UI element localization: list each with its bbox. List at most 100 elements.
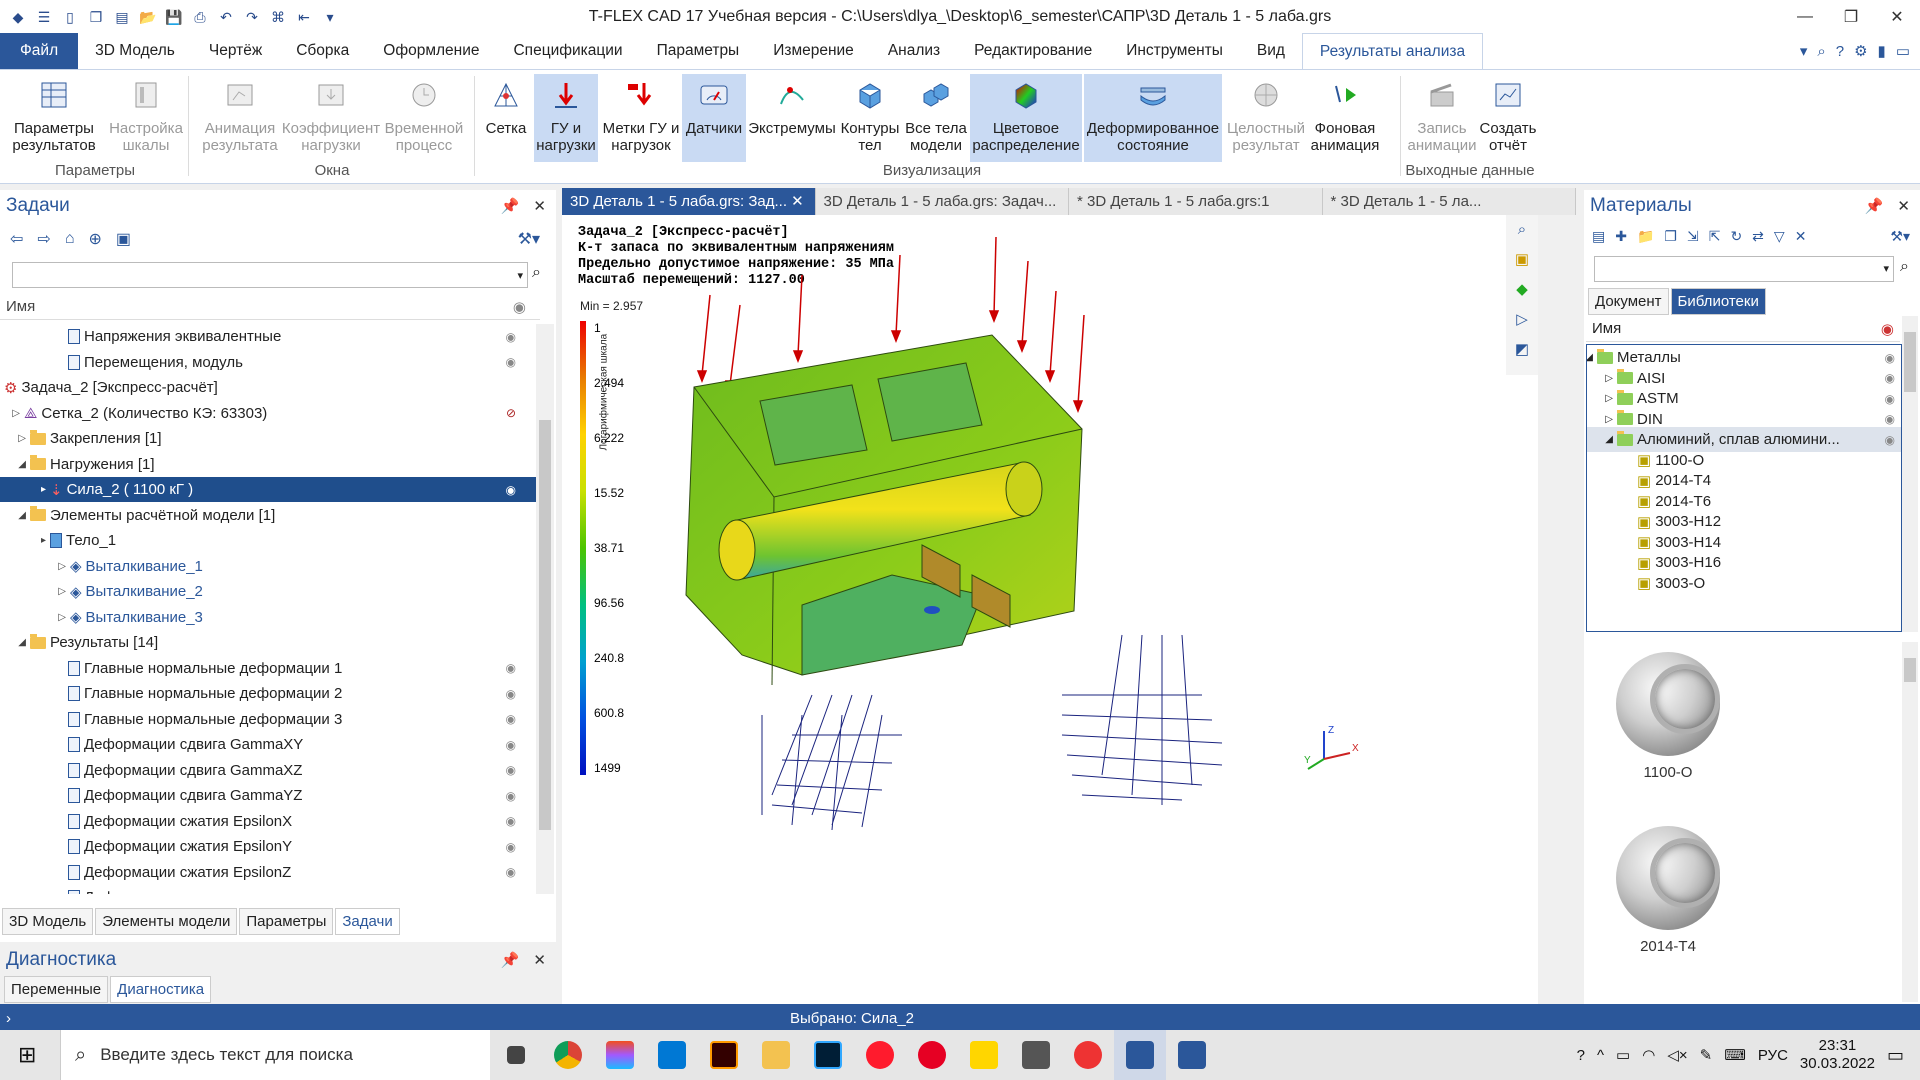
- properties-icon[interactable]: ▤: [1592, 228, 1605, 245]
- pinterest-icon[interactable]: [906, 1030, 958, 1080]
- extremes-button[interactable]: Экстремумы: [746, 74, 838, 162]
- visibility-icon[interactable]: ◉: [1885, 392, 1895, 406]
- chrome-icon[interactable]: [542, 1030, 594, 1080]
- tree-row[interactable]: ▷ ◈ Выталкивание_1: [0, 554, 536, 579]
- tab-libraries[interactable]: Библиотеки: [1670, 288, 1766, 315]
- deformed-state-button[interactable]: Деформированное состояние: [1084, 74, 1222, 162]
- material-tree-row[interactable]: ▣ 3003-O: [1587, 571, 1901, 596]
- notification-icon[interactable]: ▭: [1887, 1045, 1904, 1066]
- tasks-scrollbar[interactable]: [536, 324, 554, 894]
- tab-analysis-results[interactable]: Результаты анализа: [1301, 33, 1484, 69]
- tree-row[interactable]: Деформации сдвига GammaXZ ◉: [0, 758, 536, 783]
- visibility-icon[interactable]: ◉: [506, 891, 516, 895]
- export-icon[interactable]: ⇱: [1709, 228, 1721, 245]
- tab-tools[interactable]: Инструменты: [1109, 33, 1240, 69]
- close-icon[interactable]: ✕: [1874, 0, 1920, 34]
- chevron-up-icon[interactable]: ^: [1597, 1047, 1604, 1064]
- materials-tree-scrollbar[interactable]: [1902, 316, 1918, 632]
- vscode-icon[interactable]: [646, 1030, 698, 1080]
- result-animation-button[interactable]: Анимация результата: [194, 74, 286, 162]
- opera-icon[interactable]: [854, 1030, 906, 1080]
- figma-icon[interactable]: [594, 1030, 646, 1080]
- clock[interactable]: 23:31 30.03.2022: [1800, 1037, 1875, 1073]
- swap-icon[interactable]: ⇄: [1752, 228, 1764, 245]
- expand-toggle-icon[interactable]: ▷: [1587, 373, 1617, 384]
- pen-icon[interactable]: ✎: [1700, 1046, 1713, 1064]
- customize-chevron-icon[interactable]: ▾: [320, 7, 340, 27]
- word-icon[interactable]: [1166, 1030, 1218, 1080]
- tab-analysis[interactable]: Анализ: [871, 33, 957, 69]
- tasks-search-input[interactable]: ▾: [12, 262, 528, 288]
- windows-start-icon[interactable]: ⊞: [18, 1042, 36, 1068]
- visibility-icon[interactable]: ◉: [506, 763, 516, 777]
- tree-row[interactable]: Деформации эквивалентные ◉: [0, 885, 536, 894]
- search-icon[interactable]: ⌕: [1900, 258, 1909, 276]
- undo-icon[interactable]: ↶: [216, 7, 236, 27]
- visibility-icon[interactable]: ◉: [506, 789, 516, 803]
- expand-toggle-icon[interactable]: ▷: [1587, 414, 1617, 425]
- expand-toggle-icon[interactable]: ▷: [1587, 393, 1617, 404]
- expand-toggle-icon[interactable]: ◢: [0, 637, 30, 648]
- new-window-icon[interactable]: ❐: [86, 7, 106, 27]
- language-indicator[interactable]: РУС: [1758, 1047, 1788, 1064]
- minimize-icon[interactable]: —: [1782, 0, 1828, 34]
- properties-icon[interactable]: ⌘: [268, 7, 288, 27]
- tab-document[interactable]: Документ: [1588, 288, 1669, 315]
- screen-recorder-icon[interactable]: [1062, 1030, 1114, 1080]
- tab-model-elements[interactable]: Элементы модели: [95, 908, 238, 935]
- keyboard-icon[interactable]: ⌨: [1724, 1046, 1746, 1064]
- tab-drawing[interactable]: Чертёж: [192, 33, 279, 69]
- body-contours-button[interactable]: Контуры тел: [838, 74, 902, 162]
- visibility-icon[interactable]: ◉: [506, 865, 516, 879]
- tree-row[interactable]: ◢⚙Задача_2 [Экспресс-расчёт]: [0, 375, 536, 400]
- visibility-off-icon[interactable]: ◉: [1881, 320, 1900, 338]
- tree-row[interactable]: Деформации сжатия EpsilonZ ◉: [0, 860, 536, 885]
- template-icon[interactable]: ▤: [112, 7, 132, 27]
- print-icon[interactable]: ⎙: [190, 7, 210, 27]
- doc-tab-4[interactable]: * 3D Деталь 1 - 5 ла...: [1322, 188, 1576, 215]
- material-tile-1100-o[interactable]: 1100-O: [1608, 652, 1728, 781]
- tab-3d-model[interactable]: 3D Модель: [78, 33, 192, 69]
- tree-folder-row[interactable]: ▷ Закрепления [1]: [0, 426, 536, 451]
- help-icon[interactable]: ?: [1577, 1047, 1585, 1064]
- orient-icon[interactable]: ▷: [1506, 305, 1538, 335]
- expand-toggle-icon[interactable]: ◢: [1587, 434, 1617, 445]
- visibility-icon[interactable]: ◉: [506, 355, 516, 369]
- volume-icon[interactable]: ◁×: [1667, 1046, 1687, 1064]
- panel-icon[interactable]: ▮: [1878, 42, 1886, 60]
- tree-row[interactable]: Главные нормальные деформации 3 ◉: [0, 707, 536, 732]
- visibility-icon[interactable]: ◉: [1885, 433, 1895, 447]
- tree-folder-row[interactable]: ◢ Результаты [14]: [0, 630, 536, 655]
- close-icon[interactable]: ✕: [533, 197, 546, 215]
- new-file-icon[interactable]: ▯: [60, 7, 80, 27]
- ribbon-options-icon[interactable]: ▾: [1800, 42, 1808, 60]
- 3d-viewport[interactable]: Задача_2 [Экспресс-расчёт] К-т запаса по…: [562, 215, 1538, 1005]
- calculator-icon[interactable]: [1010, 1030, 1062, 1080]
- expand-toggle-icon[interactable]: ▷: [0, 561, 70, 572]
- expand-toggle-icon[interactable]: ▷: [0, 586, 70, 597]
- tree-row[interactable]: ▷ ◈ Выталкивание_2: [0, 579, 536, 604]
- command-prompt-icon[interactable]: ›: [6, 1010, 11, 1027]
- scroll-thumb[interactable]: [1904, 658, 1916, 682]
- bc-labels-button[interactable]: Метки ГУ и нагрузок: [600, 74, 682, 162]
- close-icon[interactable]: ✕: [1897, 197, 1910, 215]
- time-process-button[interactable]: Временной процесс: [380, 74, 468, 162]
- home-icon[interactable]: ⌂: [65, 230, 75, 248]
- tree-row[interactable]: Деформации сжатия EpsilonX ◉: [0, 809, 536, 834]
- tree-folder-row[interactable]: ◢ Нагружения [1]: [0, 452, 536, 477]
- visibility-icon[interactable]: ◉: [506, 814, 516, 828]
- visibility-icon[interactable]: ◉: [506, 483, 516, 497]
- scale-settings-button[interactable]: Настройка шкалы: [100, 74, 192, 162]
- tab-variables[interactable]: Переменные: [4, 976, 109, 1003]
- all-bodies-button[interactable]: Все тела модели: [902, 74, 970, 162]
- zoom-icon[interactable]: ⌕: [1506, 215, 1538, 245]
- pin-icon[interactable]: 📌: [501, 951, 520, 969]
- result-parameters-button[interactable]: Параметры результатов: [8, 74, 100, 162]
- expand-toggle-icon[interactable]: ▸: [0, 535, 50, 546]
- copy-icon[interactable]: ❐: [1664, 228, 1677, 245]
- tab-3d-model-panel[interactable]: 3D Модель: [2, 908, 94, 935]
- tree-row[interactable]: Перемещения, модуль ◉: [0, 350, 536, 375]
- tab-measurement[interactable]: Измерение: [756, 33, 871, 69]
- close-icon[interactable]: ✕: [533, 951, 546, 969]
- record-animation-button[interactable]: Запись анимации: [1408, 74, 1477, 162]
